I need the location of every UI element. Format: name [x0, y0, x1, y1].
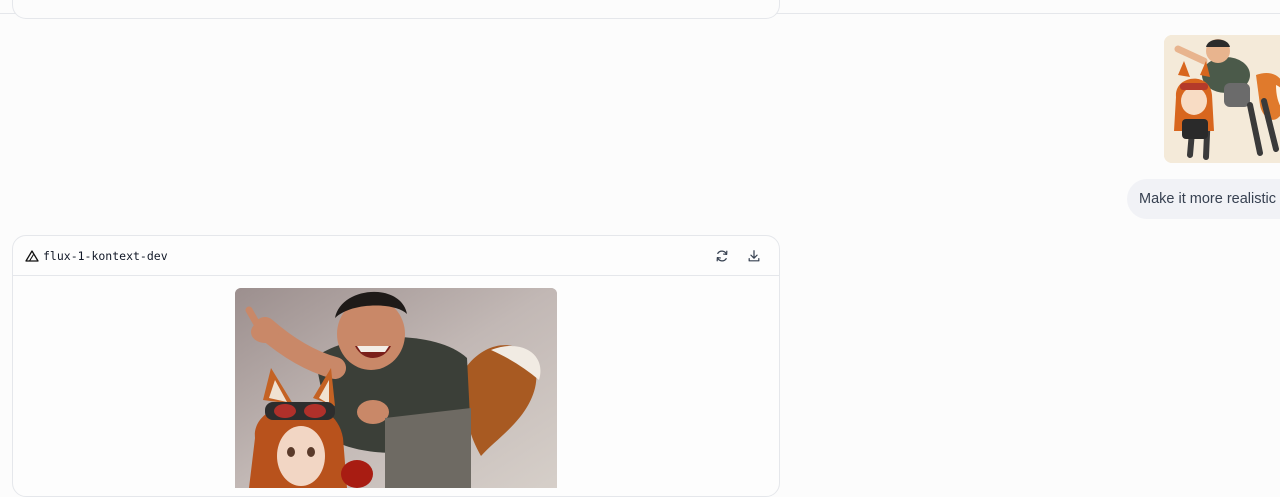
card-actions	[713, 247, 763, 265]
download-icon	[748, 249, 760, 261]
user-message-bubble: Make it more realistic	[1127, 179, 1280, 219]
refresh-icon	[716, 250, 728, 261]
generated-image-illustration	[235, 288, 557, 488]
user-reference-image[interactable]	[1164, 35, 1280, 163]
user-message-text: Make it more realistic	[1139, 191, 1276, 207]
refresh-button[interactable]	[713, 247, 731, 265]
generation-card: flux-1-kontext-dev	[12, 235, 780, 497]
generated-image[interactable]	[235, 288, 557, 488]
download-button[interactable]	[745, 247, 763, 265]
triangle-logo-icon	[25, 249, 39, 263]
generation-header: flux-1-kontext-dev	[13, 236, 779, 276]
previous-card-edge	[12, 0, 780, 19]
model-name: flux-1-kontext-dev	[43, 248, 168, 263]
reference-image-illustration	[1164, 35, 1280, 163]
